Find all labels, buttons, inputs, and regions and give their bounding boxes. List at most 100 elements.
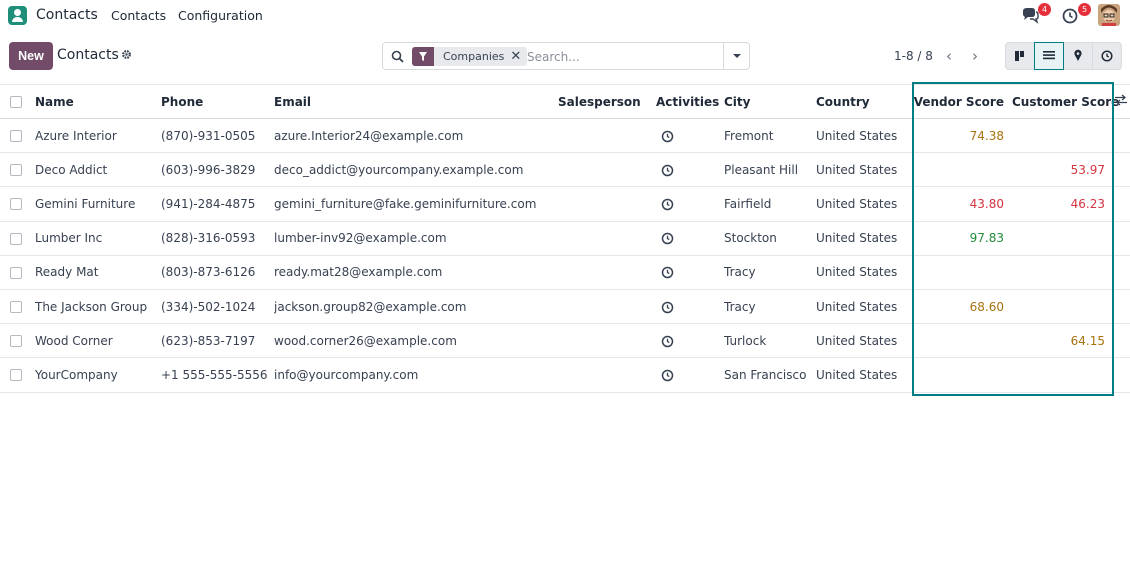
table-row[interactable]: Ready Mat (803)-873-6126 ready.mat28@examp… xyxy=(0,255,1130,290)
list-view-button[interactable] xyxy=(1034,42,1064,70)
activity-clock-icon[interactable] xyxy=(661,164,674,177)
cell-customer-score[interactable] xyxy=(1012,357,1130,393)
optional-columns-toggle-icon[interactable] xyxy=(1114,94,1128,106)
activity-clock-icon[interactable] xyxy=(661,232,674,245)
app-name[interactable]: Contacts xyxy=(36,7,98,23)
cell-activities[interactable] xyxy=(656,357,724,393)
menu-contacts[interactable]: Contacts xyxy=(111,8,166,23)
cell-country[interactable]: United States xyxy=(816,118,912,154)
cell-salesperson[interactable] xyxy=(558,289,656,325)
cell-phone[interactable]: (870)-931-0505 xyxy=(161,118,274,154)
cell-activities[interactable] xyxy=(656,221,724,256)
cell-phone[interactable]: (603)-996-3829 xyxy=(161,152,274,188)
contacts-app-icon[interactable] xyxy=(8,6,27,25)
row-checkbox[interactable] xyxy=(10,335,22,348)
cell-salesperson[interactable] xyxy=(558,152,656,188)
column-header-customer-score[interactable]: Customer Score xyxy=(1012,84,1130,119)
cell-email[interactable]: deco_addict@yourcompany.example.com xyxy=(274,152,558,188)
cell-city[interactable]: Tracy xyxy=(724,255,816,290)
pager-previous-chevron-left-icon[interactable]: ‹ xyxy=(936,43,962,69)
cell-salesperson[interactable] xyxy=(558,323,656,359)
cell-salesperson[interactable] xyxy=(558,186,656,222)
cell-name[interactable]: YourCompany xyxy=(35,357,161,393)
cell-vendor-score[interactable] xyxy=(912,152,1012,188)
cell-customer-score[interactable] xyxy=(1012,289,1130,325)
row-checkbox[interactable] xyxy=(10,130,22,143)
cell-country[interactable]: United States xyxy=(816,186,912,222)
row-checkbox[interactable] xyxy=(10,369,22,382)
column-header-salesperson[interactable]: Salesperson xyxy=(558,84,656,119)
cell-vendor-score[interactable] xyxy=(912,255,1012,290)
column-header-country[interactable]: Country xyxy=(816,84,912,119)
cell-vendor-score[interactable]: 68.60 xyxy=(912,289,1012,325)
search-icon[interactable] xyxy=(391,50,404,63)
activities-button[interactable]: 5 xyxy=(1061,3,1091,26)
cell-email[interactable]: info@yourcompany.com xyxy=(274,357,558,393)
cell-country[interactable]: United States xyxy=(816,152,912,188)
search-options-toggle-chevron-down-icon[interactable] xyxy=(723,43,749,69)
cell-customer-score[interactable]: 64.15 xyxy=(1012,323,1130,359)
cell-customer-score[interactable]: 53.97 xyxy=(1012,152,1130,188)
map-view-button[interactable] xyxy=(1063,42,1093,70)
table-row[interactable]: Azure Interior (870)-931-0505 azure.Interi… xyxy=(0,118,1130,154)
cell-country[interactable]: United States xyxy=(816,255,912,290)
messages-button[interactable]: 4 xyxy=(1021,3,1051,26)
cell-country[interactable]: United States xyxy=(816,357,912,393)
column-header-city[interactable]: City xyxy=(724,84,816,119)
cell-vendor-score[interactable]: 43.80 xyxy=(912,186,1012,222)
row-checkbox[interactable] xyxy=(10,301,22,314)
cell-phone[interactable]: (828)-316-0593 xyxy=(161,221,274,256)
cell-customer-score[interactable] xyxy=(1012,255,1130,290)
row-checkbox[interactable] xyxy=(10,266,22,279)
cell-phone[interactable]: (623)-853-7197 xyxy=(161,323,274,359)
cell-salesperson[interactable] xyxy=(558,118,656,154)
activity-clock-icon[interactable] xyxy=(661,301,674,314)
cell-name[interactable]: Deco Addict xyxy=(35,152,161,188)
table-row[interactable]: Wood Corner (623)-853-7197 wood.corner26@e… xyxy=(0,323,1130,359)
activity-clock-icon[interactable] xyxy=(661,335,674,348)
kanban-view-button[interactable] xyxy=(1005,42,1035,70)
cell-salesperson[interactable] xyxy=(558,221,656,256)
cell-city[interactable]: Tracy xyxy=(724,289,816,325)
search-input[interactable] xyxy=(527,48,723,65)
cell-city[interactable]: Pleasant Hill xyxy=(724,152,816,188)
activity-view-button[interactable] xyxy=(1092,42,1122,70)
cell-phone[interactable]: (803)-873-6126 xyxy=(161,255,274,290)
cell-name[interactable]: The Jackson Group xyxy=(35,289,161,325)
table-row[interactable]: The Jackson Group (334)-502-1024 jackson.g… xyxy=(0,289,1130,325)
table-row[interactable]: YourCompany +1 555-555-5556 info@yourcompa… xyxy=(0,357,1130,393)
cell-phone[interactable]: +1 555-555-5556 xyxy=(161,357,274,393)
select-all-checkbox[interactable] xyxy=(10,96,22,108)
row-checkbox[interactable] xyxy=(10,164,22,177)
column-header-name[interactable]: Name xyxy=(35,84,161,119)
cell-activities[interactable] xyxy=(656,255,724,290)
cell-vendor-score[interactable] xyxy=(912,323,1012,359)
cell-activities[interactable] xyxy=(656,152,724,188)
cell-email[interactable]: azure.Interior24@example.com xyxy=(274,118,558,154)
cell-name[interactable]: Wood Corner xyxy=(35,323,161,359)
column-header-activities[interactable]: Activities xyxy=(656,84,724,119)
pager-value[interactable]: 1-8 / 8 xyxy=(894,49,933,63)
cell-phone[interactable]: (334)-502-1024 xyxy=(161,289,274,325)
remove-filter-close-icon[interactable]: ✕ xyxy=(510,47,527,66)
cell-city[interactable]: Turlock xyxy=(724,323,816,359)
cell-salesperson[interactable] xyxy=(558,357,656,393)
cell-city[interactable]: Fairfield xyxy=(724,186,816,222)
new-button[interactable]: New xyxy=(9,42,53,70)
cell-name[interactable]: Azure Interior xyxy=(35,118,161,154)
cell-vendor-score[interactable] xyxy=(912,357,1012,393)
cell-activities[interactable] xyxy=(656,289,724,325)
cell-country[interactable]: United States xyxy=(816,221,912,256)
table-row[interactable]: Lumber Inc (828)-316-0593 lumber-inv92@exa… xyxy=(0,221,1130,256)
cell-vendor-score[interactable]: 74.38 xyxy=(912,118,1012,154)
cell-email[interactable]: ready.mat28@example.com xyxy=(274,255,558,290)
gear-icon[interactable] xyxy=(121,49,132,60)
cell-activities[interactable] xyxy=(656,323,724,359)
cell-name[interactable]: Gemini Furniture xyxy=(35,186,161,222)
row-checkbox[interactable] xyxy=(10,198,22,211)
cell-activities[interactable] xyxy=(656,118,724,154)
cell-country[interactable]: United States xyxy=(816,289,912,325)
cell-customer-score[interactable] xyxy=(1012,118,1130,154)
menu-configuration[interactable]: Configuration xyxy=(178,8,263,23)
cell-city[interactable]: San Francisco xyxy=(724,357,816,393)
